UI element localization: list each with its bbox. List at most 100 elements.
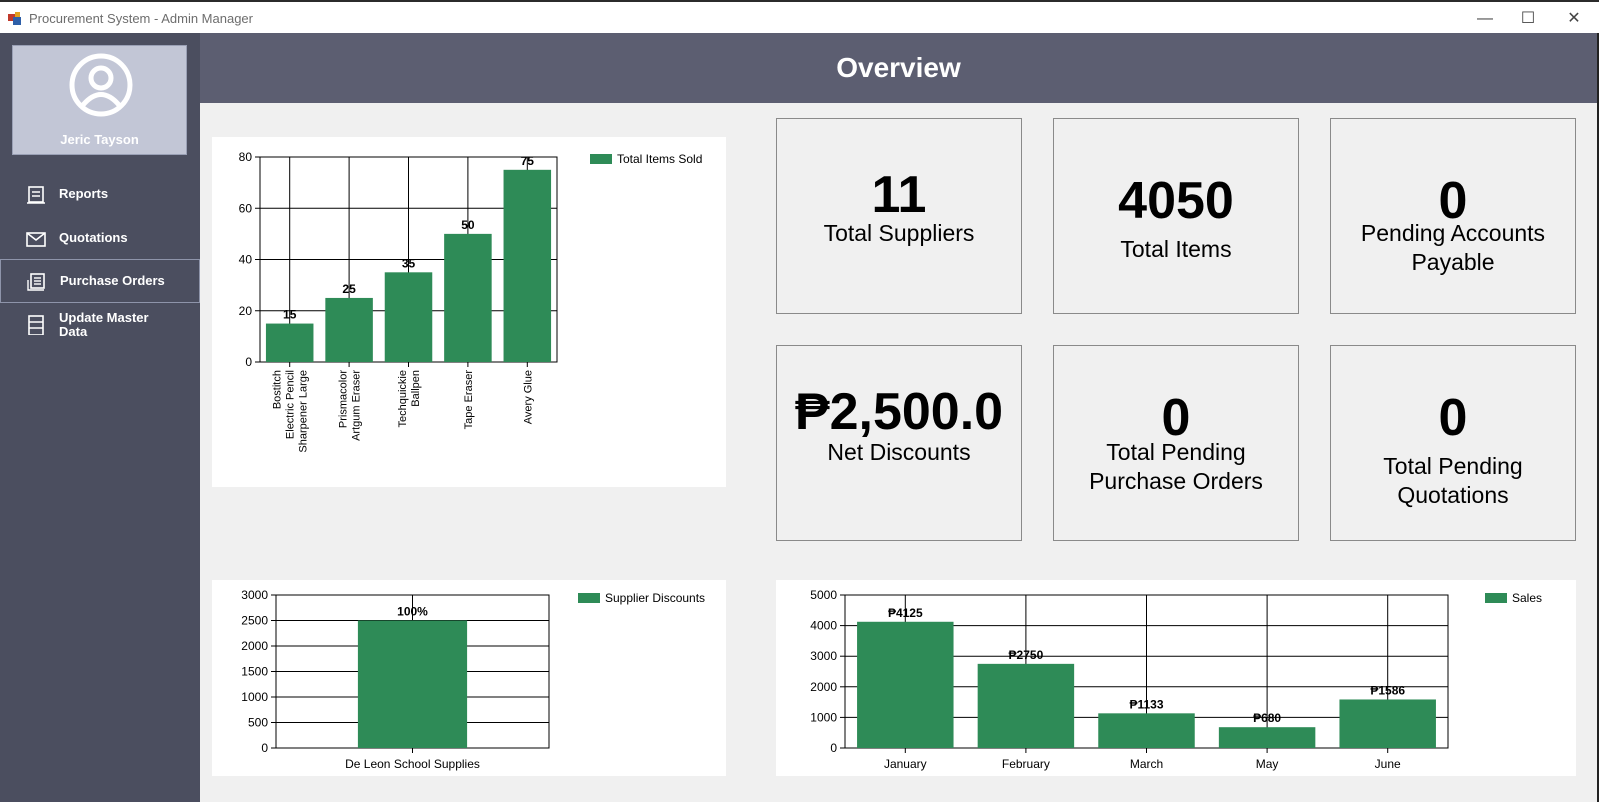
app-icon bbox=[8, 12, 21, 25]
y-tick-label: 20 bbox=[239, 304, 253, 318]
y-tick-label: 3000 bbox=[810, 649, 837, 663]
x-tick-label: Prismacolor bbox=[338, 370, 350, 428]
legend-label: Total Items Sold bbox=[617, 152, 702, 166]
stat-value: 0 bbox=[1438, 389, 1468, 447]
y-tick-label: 4000 bbox=[810, 619, 837, 633]
x-tick-label: Avery Glue bbox=[522, 370, 534, 424]
bar bbox=[1339, 699, 1436, 748]
bar bbox=[325, 297, 373, 362]
data-label: ₱1586 bbox=[1370, 683, 1405, 697]
sidebar-item-label: Reports bbox=[59, 186, 109, 201]
items-sold-chart: 0 20 40 60 80 15 25 35 50 75 Bostitch Electric Penc… bbox=[239, 150, 703, 453]
sidebar-item-quotations[interactable]: Quotations bbox=[0, 217, 200, 261]
sidebar-item-label: Purchase Orders bbox=[60, 273, 165, 288]
legend-label: Supplier Discounts bbox=[605, 591, 705, 605]
x-tick-label: Tape Eraser bbox=[463, 370, 475, 430]
bar bbox=[384, 272, 433, 362]
data-label: 25 bbox=[342, 282, 356, 296]
sidebar-item-label: Quotations bbox=[59, 230, 128, 245]
data-label: 100% bbox=[397, 605, 428, 619]
bar bbox=[1218, 727, 1316, 748]
y-tick-label: 0 bbox=[830, 741, 837, 755]
data-label: 50 bbox=[461, 218, 475, 232]
x-tick-label: Artgum Eraser bbox=[351, 370, 363, 441]
y-tick-label: 2000 bbox=[810, 680, 837, 694]
data-label: ₱1133 bbox=[1129, 697, 1163, 711]
x-tick-label: May bbox=[1256, 757, 1279, 771]
y-tick-label: 60 bbox=[239, 201, 253, 215]
sidebar-item-update-master-data[interactable]: Update Master Data bbox=[0, 303, 200, 347]
y-tick-label: 1000 bbox=[810, 710, 837, 724]
sales-chart: 0 1000 2000 3000 4000 5000 ₱4125 ₱2750 ₱1133 ₱680… bbox=[810, 588, 1542, 771]
stat-card-total-pending-purchase-orders: 0 Total Pending Purchase Orders bbox=[1053, 345, 1299, 541]
sidebar-item-label: Update Master Data bbox=[59, 310, 149, 339]
bar bbox=[357, 620, 468, 748]
bar bbox=[265, 323, 314, 362]
window-title: Procurement System - Admin Manager bbox=[29, 11, 253, 26]
x-tick-label: June bbox=[1375, 757, 1401, 771]
x-tick-label: Sharpener Large bbox=[298, 370, 310, 453]
x-tick-label: Electric Pencil bbox=[285, 370, 297, 439]
x-tick-label: February bbox=[1002, 757, 1050, 771]
data-label: 75 bbox=[521, 154, 535, 168]
user-name: Jeric Tayson bbox=[60, 132, 139, 147]
legend-swatch bbox=[590, 154, 612, 164]
x-tick-label: De Leon School Supplies bbox=[345, 757, 480, 771]
y-tick-label: 3000 bbox=[241, 588, 268, 602]
page-header: Overview bbox=[200, 33, 1599, 103]
bar bbox=[857, 621, 954, 748]
stat-value: 11 bbox=[871, 166, 927, 224]
stat-card-total-items: 4050 Total Items bbox=[1053, 118, 1299, 314]
user-avatar-icon bbox=[69, 53, 133, 117]
sidebar: Jeric Tayson Reports Quotations Purchase… bbox=[0, 33, 200, 802]
user-profile: Jeric Tayson bbox=[12, 45, 187, 155]
bar bbox=[1098, 713, 1195, 748]
stat-caption: Total Pending Quotations bbox=[1383, 453, 1523, 508]
y-tick-label: 0 bbox=[261, 741, 268, 755]
supplier-discounts-chart-panel: 0 500 1000 1500 2000 2500 3000 100% De Leon Scho… bbox=[212, 580, 726, 776]
stat-caption: Total Suppliers bbox=[823, 220, 975, 246]
x-tick-label: January bbox=[884, 757, 927, 771]
stat-caption: Pending Accounts Payable bbox=[1360, 220, 1546, 275]
x-tick-label: Bostitch bbox=[272, 370, 284, 409]
maximize-button[interactable]: ☐ bbox=[1505, 6, 1551, 32]
database-icon bbox=[28, 315, 44, 335]
data-label: 35 bbox=[402, 256, 416, 270]
stat-card-total-pending-quotations: 0 Total Pending Quotations bbox=[1330, 345, 1576, 541]
stat-value: ₱2,500.0 bbox=[794, 383, 1004, 441]
minimize-button[interactable]: — bbox=[1462, 6, 1508, 32]
y-tick-label: 1000 bbox=[241, 690, 268, 704]
sidebar-item-reports[interactable]: Reports bbox=[0, 173, 200, 217]
legend-swatch bbox=[578, 593, 600, 603]
page-title: Overview bbox=[836, 52, 961, 83]
stat-value: 4050 bbox=[1118, 172, 1234, 230]
y-tick-label: 40 bbox=[239, 253, 253, 267]
stat-card-net-discounts: ₱2,500.0 Net Discounts bbox=[776, 345, 1022, 541]
title-bar: Procurement System - Admin Manager — ☐ ✕ bbox=[0, 0, 1599, 33]
sales-chart-panel: 0 1000 2000 3000 4000 5000 ₱4125 ₱2750 ₱1133 ₱680… bbox=[776, 580, 1576, 776]
x-tick-label: Ballpen bbox=[410, 370, 422, 407]
y-tick-label: 80 bbox=[239, 150, 253, 164]
supplier-discounts-chart: 0 500 1000 1500 2000 2500 3000 100% De Leon Scho… bbox=[241, 588, 705, 771]
y-tick-label: 2500 bbox=[241, 614, 268, 628]
legend-label: Sales bbox=[1512, 591, 1542, 605]
data-label: ₱2750 bbox=[1009, 648, 1044, 662]
data-label: ₱4125 bbox=[888, 606, 923, 620]
y-tick-label: 2000 bbox=[241, 639, 268, 653]
bar bbox=[444, 233, 492, 362]
bar bbox=[977, 663, 1075, 748]
sidebar-item-purchase-orders[interactable]: Purchase Orders bbox=[0, 259, 200, 303]
close-button[interactable]: ✕ bbox=[1551, 6, 1597, 32]
x-tick-label: March bbox=[1130, 757, 1163, 771]
legend-swatch bbox=[1485, 593, 1507, 603]
stat-caption: Net Discounts bbox=[827, 439, 971, 465]
stat-caption: Total Items bbox=[1120, 236, 1232, 262]
data-label: ₱680 bbox=[1253, 711, 1281, 725]
stat-card-total-suppliers: 11 Total Suppliers bbox=[776, 118, 1022, 314]
stat-card-pending-accounts-payable: 0 Pending Accounts Payable bbox=[1330, 118, 1576, 314]
y-tick-label: 500 bbox=[248, 716, 268, 730]
data-label: 15 bbox=[283, 308, 297, 322]
envelope-icon bbox=[26, 232, 46, 247]
stat-caption: Total Pending Purchase Orders bbox=[1089, 439, 1263, 494]
x-tick-label: Techquickie bbox=[397, 370, 409, 427]
